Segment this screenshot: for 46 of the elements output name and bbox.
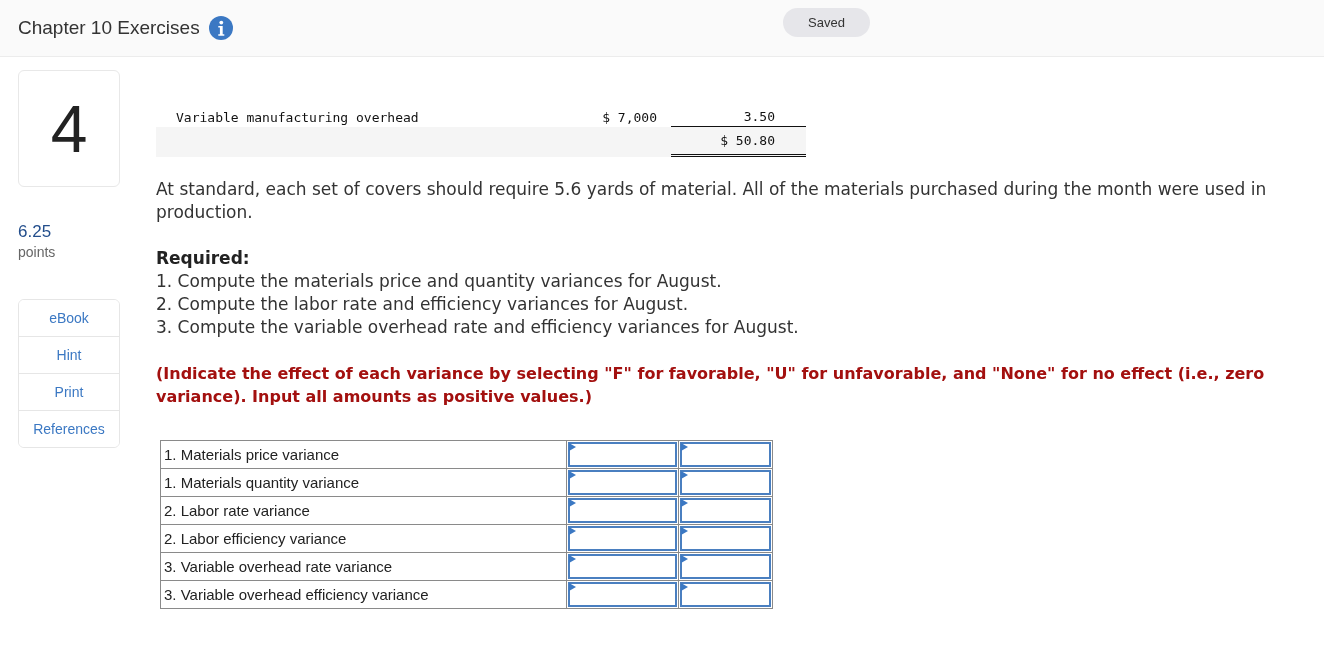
answer-box[interactable] [680,582,771,607]
triangle-marker-icon [681,443,688,451]
table-cell: 2. Labor rate variance [160,496,567,525]
triangle-marker-icon [569,471,576,479]
table-cell: Variable manufacturing overhead [176,109,419,125]
triangle-marker-icon [569,527,576,535]
required-heading: Required: [156,247,251,270]
tool-button[interactable]: eBook [19,300,119,337]
table-cell: $ 50.80 [671,127,806,157]
triangle-marker-icon [681,555,688,563]
required-item: 3. Compute the variable overhead rate and efficiency variances for August. [156,316,800,339]
save-status-badge: Saved [783,8,870,37]
question-number: 4 [18,70,120,187]
assignment-title: Chapter 10 Exercises [18,17,200,39]
points-label: points [18,243,57,261]
answer-box[interactable] [568,498,677,523]
triangle-marker-icon [569,443,576,451]
answer-box[interactable] [680,526,771,551]
table-cell: 3. Variable overhead efficiency variance [160,580,567,609]
info-icon[interactable] [208,16,233,40]
instruction-text: (Indicate the effect of each variance by selecting "F" for favorable, "U" for unfavorable, and "None" for no effect (i.e., zero variance). Input all amounts as positive values.) [156,363,1266,408]
answer-box[interactable] [680,498,771,523]
required-item: 2. Compute the labor rate and efficiency variances for August. [156,293,690,316]
table-cell: 1. Materials price variance [160,440,567,469]
triangle-marker-icon [569,583,576,591]
answer-box[interactable] [680,554,771,579]
answer-box[interactable] [568,554,677,579]
answer-box[interactable] [568,582,677,607]
table-cell: $ 7,000 [602,109,657,125]
table-cell: 1. Materials quantity variance [160,468,567,497]
problem-text: At standard, each set of covers should require 5.6 yards of material. All of the materials purchased during the month were used in production. [156,178,1268,224]
triangle-marker-icon [569,555,576,563]
answer-box[interactable] [680,442,771,467]
answer-box[interactable] [568,442,677,467]
triangle-marker-icon [681,471,688,479]
answer-box[interactable] [568,526,677,551]
points-value: 6.25 [18,221,53,243]
triangle-marker-icon [681,527,688,535]
required-item: 1. Compute the materials price and quantity variances for August. [156,270,723,293]
table-cell: 3. Variable overhead rate variance [160,552,567,581]
triangle-marker-icon [681,499,688,507]
table-cell: 2. Labor efficiency variance [160,524,567,553]
answer-box[interactable] [568,470,677,495]
triangle-marker-icon [569,499,576,507]
triangle-marker-icon [681,583,688,591]
answer-box[interactable] [680,470,771,495]
